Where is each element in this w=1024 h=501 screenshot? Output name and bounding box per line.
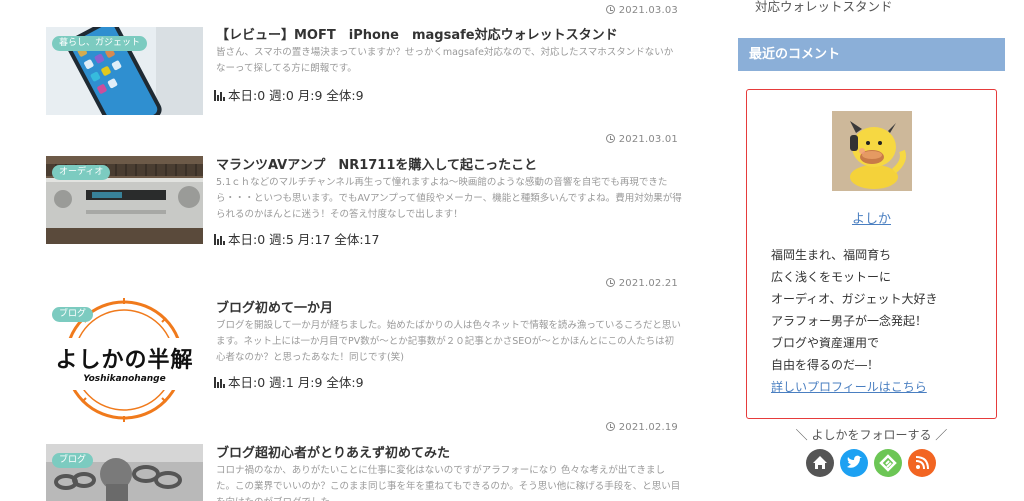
clock-icon	[605, 278, 615, 287]
post-thumbnail[interactable]: ブログ	[46, 444, 203, 501]
bar-chart-icon	[214, 90, 226, 101]
bio-line: アラフォー男子が一念発起！	[771, 314, 928, 328]
bio-line: オーディオ、ガジェット大好き	[771, 292, 938, 306]
post-title[interactable]: ブログ初めて一か月	[216, 297, 333, 316]
clock-icon	[605, 5, 615, 14]
bio-line: 自由を得るのだ―！	[771, 358, 880, 372]
post-thumbnail[interactable]: オーディオ	[46, 156, 203, 244]
view-count: 本日:0 週:0 月:9 全体:9	[214, 85, 364, 104]
profile-detail-link[interactable]: 詳しいプロフィールはこちら	[771, 376, 937, 398]
bio-line: 広く浅くをモットーに	[771, 270, 892, 284]
post-date: 2021.02.19	[605, 422, 678, 433]
rss-icon[interactable]	[908, 449, 936, 477]
post-excerpt: ブログを開設して一か月が経ちました。始めたばかりの人は色々ネットで情報を読み漁っ…	[216, 320, 681, 363]
post-date: 2021.02.21	[605, 278, 678, 289]
post-thumbnail[interactable]: よしかの半解 Yoshikanohange ブログ	[46, 298, 203, 422]
post-date: 2021.03.01	[605, 134, 678, 145]
logo-subtext: Yoshikanohange	[83, 374, 166, 384]
category-badge[interactable]: ブログ	[52, 307, 94, 322]
bar-chart-icon	[214, 377, 226, 388]
feedly-icon[interactable]	[874, 449, 902, 477]
profile-card: よしか 福岡生まれ、福岡育ち 広く浅くをモットーに オーディオ、ガジェット大好き…	[746, 89, 997, 419]
post-date: 2021.03.03	[605, 5, 678, 16]
logo-text: よしかの半解	[55, 347, 194, 373]
view-count: 本日:0 週:1 月:9 全体:9	[214, 372, 364, 391]
post-excerpt: コロナ禍のなか、ありがたいことに仕事に変化はないのですがアラフォーになり 色々な…	[216, 465, 681, 501]
clock-icon	[605, 134, 615, 143]
post-excerpt: 皆さん、スマホの置き場決まっていますか？せっかくmagsafe対応なので、対応し…	[216, 47, 674, 74]
profile-name-link[interactable]: よしか	[747, 208, 996, 227]
category-badge[interactable]: ブログ	[52, 453, 94, 468]
category-badge[interactable]: 暮らし、ガジェット	[52, 36, 148, 51]
bio-line: ブログや資産運用で	[771, 336, 880, 350]
avatar[interactable]	[832, 111, 912, 191]
recent-comments-heading: 最近のコメント	[738, 38, 1005, 71]
twitter-icon[interactable]	[840, 449, 868, 477]
post-list: 2021.03.03 暮らし、ガジェット 【レビュー】MOFT iPhone m…	[0, 0, 700, 501]
sidebar-prev-item[interactable]: 対応ウォレットスタンド	[755, 0, 893, 15]
avatar-image	[832, 111, 912, 191]
bar-chart-icon	[214, 234, 226, 245]
profile-bio: 福岡生まれ、福岡育ち 広く浅くをモットーに オーディオ、ガジェット大好き アラフ…	[771, 244, 937, 398]
post-title[interactable]: ブログ超初心者がとりあえず初めてみた	[216, 442, 450, 461]
post-title[interactable]: マランツAVアンプ NR1711を購入して起こったこと	[216, 154, 537, 173]
post-excerpt: 5.1ｃｈなどのマルチチャンネル再生って憧れますよね〜映画館のような感動の音響を…	[216, 177, 682, 220]
post-title[interactable]: 【レビュー】MOFT iPhone magsafe対応ウォレットスタンド	[216, 24, 618, 43]
post-thumbnail[interactable]: 暮らし、ガジェット	[46, 27, 203, 115]
follow-label: ＼ よしかをフォローする ／	[795, 428, 948, 442]
clock-icon	[605, 422, 615, 431]
bio-line: 福岡生まれ、福岡育ち	[771, 248, 892, 262]
home-icon[interactable]	[806, 449, 834, 477]
category-badge[interactable]: オーディオ	[52, 165, 111, 180]
view-count: 本日:0 週:5 月:17 全体:17	[214, 229, 379, 248]
